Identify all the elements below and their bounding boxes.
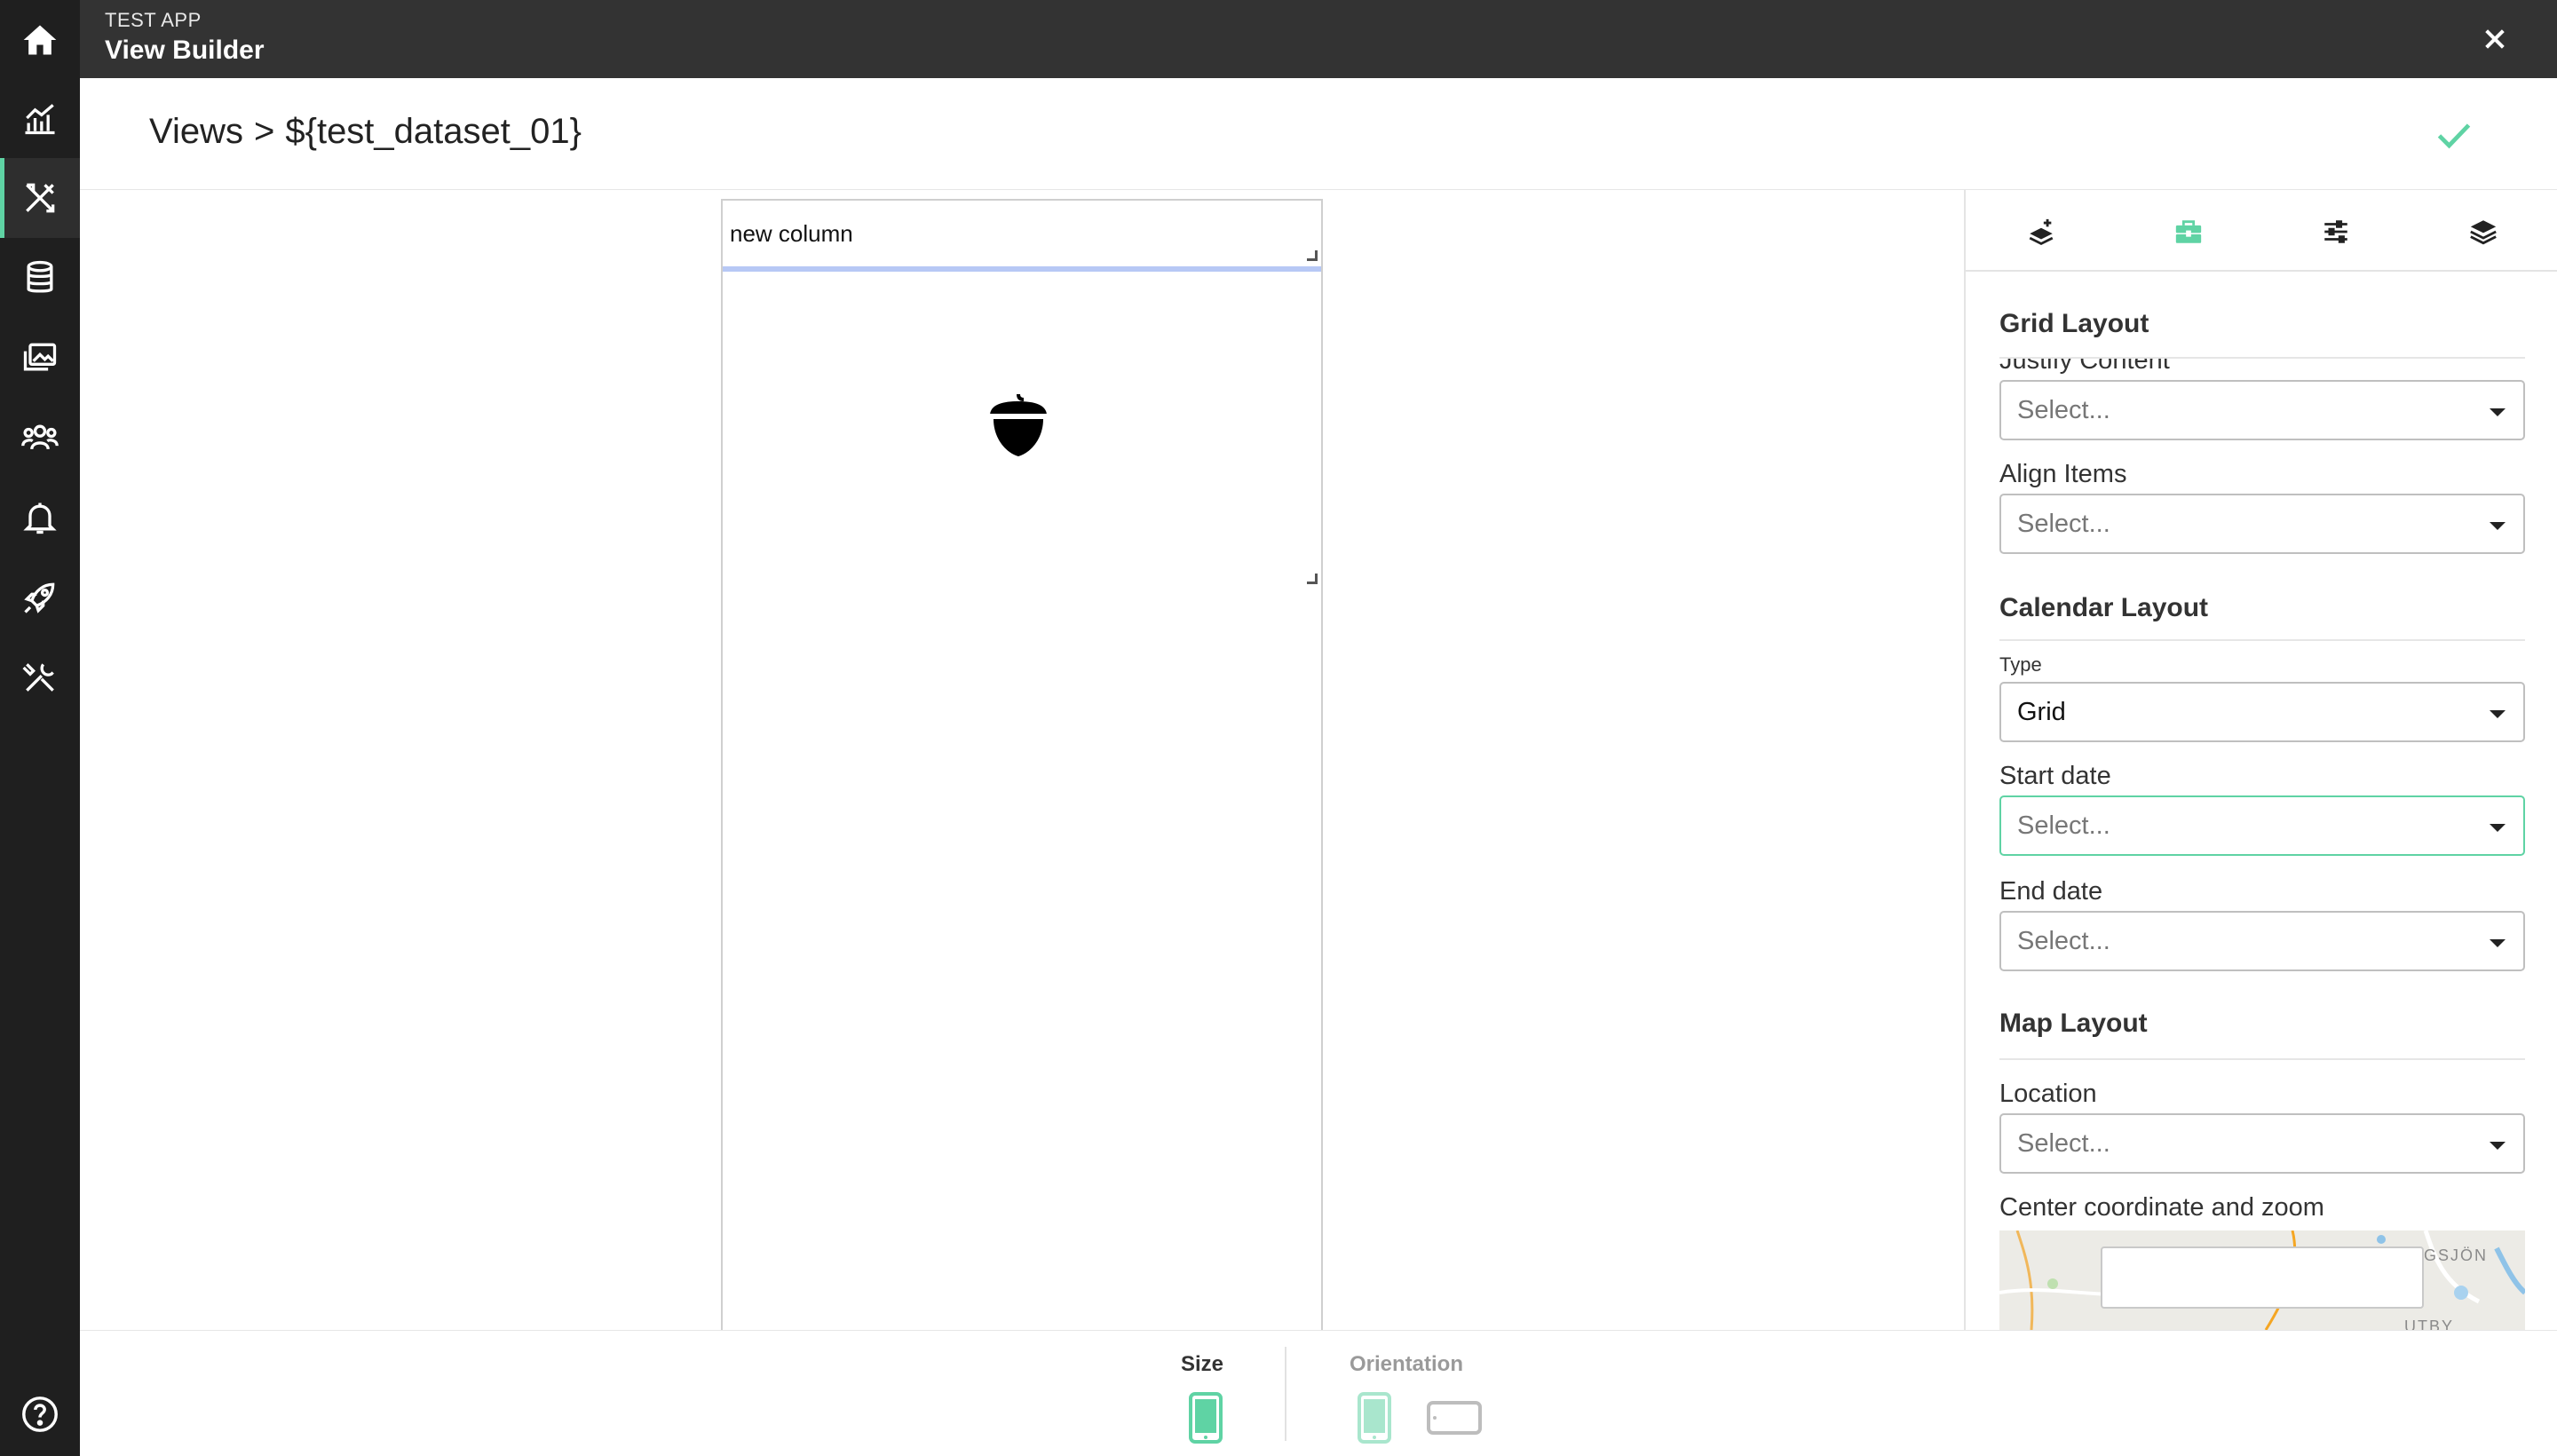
bottom-divider xyxy=(1285,1347,1286,1441)
calendar-type-value: Grid xyxy=(2017,698,2066,726)
builder-canvas: new column xyxy=(80,190,1964,1330)
map-coordinate-input[interactable] xyxy=(2101,1246,2424,1309)
gallery-icon xyxy=(23,343,57,371)
align-items-select[interactable]: Select... xyxy=(1999,494,2525,554)
tab-add-layer[interactable] xyxy=(2019,210,2063,254)
end-date-value: Select... xyxy=(2017,927,2110,955)
location-value: Select... xyxy=(2017,1129,2110,1158)
page-header: Views > ${test_dataset_01} xyxy=(80,78,2557,190)
end-date-label: End date xyxy=(1999,877,2103,906)
nav-database[interactable] xyxy=(0,238,80,318)
calendar-type-label: Type xyxy=(1999,653,2042,676)
end-date-select[interactable]: Select... xyxy=(1999,911,2525,971)
toolbox-icon xyxy=(2175,220,2202,243)
start-date-label: Start date xyxy=(1999,762,2111,790)
home-icon xyxy=(23,25,57,55)
acorn-icon xyxy=(990,393,1047,456)
align-items-value: Select... xyxy=(2017,510,2110,538)
container-resize-handle[interactable] xyxy=(1307,574,1318,584)
left-navigation xyxy=(0,0,80,1456)
column-label: new column xyxy=(730,220,853,247)
column-resize-handle[interactable] xyxy=(1307,250,1318,261)
nav-users[interactable] xyxy=(0,398,80,478)
nav-analytics[interactable] xyxy=(0,78,80,158)
chevron-down-icon xyxy=(2490,522,2506,530)
top-bar: TEST APP View Builder xyxy=(80,0,2557,78)
nav-view-builder[interactable] xyxy=(0,158,80,238)
sliders-icon xyxy=(2324,220,2347,243)
help-icon xyxy=(22,1397,58,1432)
chevron-down-icon xyxy=(2490,939,2506,947)
orientation-label: Orientation xyxy=(1350,1352,1464,1376)
column-cell[interactable]: new column xyxy=(723,201,1321,272)
justify-content-label: Justify Content xyxy=(1999,346,2170,375)
grid-layout-title: Grid Layout xyxy=(1999,309,2149,338)
chevron-down-icon xyxy=(2490,710,2506,718)
rocket-icon xyxy=(24,582,55,613)
start-date-select[interactable]: Select... xyxy=(1999,795,2525,856)
map-place-label-1: GSJÖN xyxy=(2424,1246,2489,1264)
breadcrumb-separator: > xyxy=(253,112,275,151)
start-date-value: Select... xyxy=(2017,811,2110,840)
size-label: Size xyxy=(1181,1352,1224,1376)
orientation-portrait-button[interactable] xyxy=(1357,1391,1392,1449)
location-select[interactable]: Select... xyxy=(1999,1113,2525,1174)
nav-home[interactable] xyxy=(0,0,80,80)
tab-settings[interactable] xyxy=(2314,210,2358,254)
center-coordinate-label: Center coordinate and zoom xyxy=(1999,1193,2324,1222)
phone-icon xyxy=(1189,1392,1223,1444)
tools-icon xyxy=(22,663,54,692)
device-preview: new column xyxy=(721,199,1323,1330)
app-title: View Builder xyxy=(105,36,265,65)
chevron-down-icon xyxy=(2490,1142,2506,1150)
breadcrumb-root[interactable]: Views xyxy=(149,112,243,152)
align-items-label: Align Items xyxy=(1999,460,2127,488)
tab-layers[interactable] xyxy=(2461,210,2506,254)
nav-gallery[interactable] xyxy=(0,318,80,398)
portrait-phone-icon xyxy=(1358,1392,1391,1444)
nav-notifications[interactable] xyxy=(0,478,80,558)
check-icon xyxy=(2437,123,2471,149)
map-layout-title: Map Layout xyxy=(1999,1009,2148,1038)
confirm-button[interactable] xyxy=(2431,112,2477,158)
chevron-down-icon xyxy=(2490,824,2506,832)
app-name: TEST APP xyxy=(105,9,202,31)
map-place-label-2: UTBY xyxy=(2404,1318,2455,1330)
grid-layout-rule xyxy=(1999,357,2525,359)
location-label: Location xyxy=(1999,1080,2097,1108)
nav-deploy[interactable] xyxy=(0,558,80,637)
close-button[interactable] xyxy=(2475,20,2514,59)
view-builder-icon xyxy=(26,183,55,213)
layer-add-icon xyxy=(2029,218,2054,246)
orientation-landscape-button[interactable] xyxy=(1426,1400,1483,1440)
nav-tools[interactable] xyxy=(0,637,80,717)
bell-icon xyxy=(23,502,57,534)
bottom-bar: Size Orientation xyxy=(80,1330,2557,1456)
layers-icon xyxy=(2470,220,2497,245)
justify-content-value: Select... xyxy=(2017,396,2110,424)
chevron-down-icon xyxy=(2490,408,2506,416)
map-layout-rule xyxy=(1999,1058,2525,1060)
breadcrumb-current: ${test_dataset_01} xyxy=(285,112,582,151)
close-icon xyxy=(2485,29,2505,49)
breadcrumb: Views > ${test_dataset_01} xyxy=(149,112,582,152)
database-icon xyxy=(27,260,53,293)
calendar-layout-rule xyxy=(1999,639,2525,641)
map-preview[interactable]: GSJÖN UTBY xyxy=(1999,1230,2525,1330)
tab-components[interactable] xyxy=(2166,210,2211,254)
properties-panel: Grid Layout Justify Content Select... Al… xyxy=(1964,190,2557,1330)
calendar-layout-title: Calendar Layout xyxy=(1999,593,2209,622)
landscape-phone-icon xyxy=(1427,1401,1482,1435)
calendar-type-select[interactable]: Grid xyxy=(1999,682,2525,742)
panel-tabs xyxy=(1966,190,2557,272)
size-phone-button[interactable] xyxy=(1188,1391,1223,1449)
justify-content-select[interactable]: Select... xyxy=(1999,380,2525,440)
nav-help[interactable] xyxy=(20,1394,60,1435)
analytics-icon xyxy=(25,104,55,135)
users-icon xyxy=(21,424,59,450)
